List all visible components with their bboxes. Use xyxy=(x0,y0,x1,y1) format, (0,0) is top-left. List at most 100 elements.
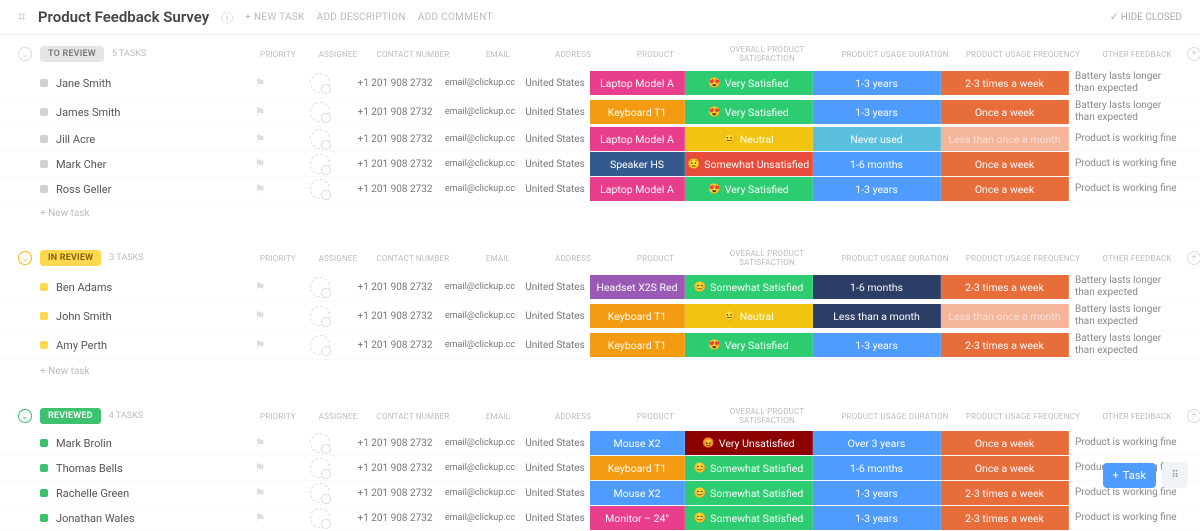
table-row[interactable]: Jill Acre ⚑ +1 201 908 2732 email@clicku… xyxy=(0,127,1200,152)
assignee-avatar[interactable] xyxy=(310,508,330,528)
assignee-avatar[interactable] xyxy=(310,73,330,93)
frequency-chip[interactable]: Less than once a month xyxy=(941,304,1069,328)
collapse-toggle[interactable]: ⌄ xyxy=(18,47,32,61)
assignee-avatar[interactable] xyxy=(310,102,330,122)
duration-chip[interactable]: Never used xyxy=(813,127,941,151)
table-row[interactable]: Jonathan Wales ⚑ +1 201 908 2732 email@c… xyxy=(0,506,1200,531)
table-row[interactable]: Jane Smith ⚑ +1 201 908 2732 email@click… xyxy=(0,69,1200,98)
product-chip[interactable]: Laptop Model A xyxy=(590,71,685,95)
duration-chip[interactable]: 1-3 years xyxy=(813,100,941,124)
frequency-chip[interactable]: Once a week xyxy=(941,177,1069,201)
hide-closed-toggle[interactable]: ✓ HIDE CLOSED xyxy=(1110,12,1182,23)
assignee-avatar[interactable] xyxy=(310,335,330,355)
product-chip[interactable]: Laptop Model A xyxy=(590,127,685,151)
new-task-row[interactable]: + New task xyxy=(0,202,1200,225)
add-description-button[interactable]: ADD DESCRIPTION xyxy=(317,12,406,23)
fab-more-button[interactable]: ⠿ xyxy=(1162,462,1188,488)
frequency-chip[interactable]: 2-3 times a week xyxy=(941,506,1069,530)
duration-chip[interactable]: 1-3 years xyxy=(813,177,941,201)
satisfaction-chip[interactable]: 😐Neutral xyxy=(685,304,813,328)
add-column-button[interactable]: + xyxy=(1187,251,1200,265)
assignee-avatar[interactable] xyxy=(310,483,330,503)
duration-chip[interactable]: Over 3 years xyxy=(813,431,941,455)
product-chip[interactable]: Speaker HS xyxy=(590,152,685,176)
task-name[interactable]: James Smith xyxy=(56,106,120,119)
satisfaction-chip[interactable]: 😊Somewhat Satisfied xyxy=(685,481,813,505)
duration-chip[interactable]: Less than a month xyxy=(813,304,941,328)
duration-chip[interactable]: 1-6 months xyxy=(813,275,941,299)
task-name[interactable]: John Smith xyxy=(56,310,112,323)
task-name[interactable]: Jonathan Wales xyxy=(56,512,135,525)
task-name[interactable]: Mark Cher xyxy=(56,158,106,171)
frequency-chip[interactable]: 2-3 times a week xyxy=(941,333,1069,357)
duration-chip[interactable]: 1-6 months xyxy=(813,456,941,480)
priority-flag[interactable]: ⚑ xyxy=(230,486,290,500)
task-name[interactable]: Thomas Bells xyxy=(56,462,123,475)
satisfaction-chip[interactable]: 😐Neutral xyxy=(685,127,813,151)
assignee-avatar[interactable] xyxy=(310,129,330,149)
new-task-button[interactable]: + NEW TASK xyxy=(245,12,304,23)
assignee-avatar[interactable] xyxy=(310,458,330,478)
frequency-chip[interactable]: 2-3 times a week xyxy=(941,481,1069,505)
assignee-avatar[interactable] xyxy=(310,179,330,199)
task-name[interactable]: Amy Perth xyxy=(56,339,107,352)
satisfaction-chip[interactable]: 😍Very Satisfied xyxy=(685,100,813,124)
priority-flag[interactable]: ⚑ xyxy=(230,309,290,323)
assignee-avatar[interactable] xyxy=(310,277,330,297)
table-row[interactable]: Mark Brolin ⚑ +1 201 908 2732 email@clic… xyxy=(0,431,1200,456)
duration-chip[interactable]: 1-3 years xyxy=(813,481,941,505)
satisfaction-chip[interactable]: 😍Very Satisfied xyxy=(685,333,813,357)
task-name[interactable]: Ross Geller xyxy=(56,183,111,196)
priority-flag[interactable]: ⚑ xyxy=(230,105,290,119)
status-badge[interactable]: IN REVIEW xyxy=(40,250,101,266)
task-name[interactable]: Rachelle Green xyxy=(56,487,129,500)
duration-chip[interactable]: 1-3 years xyxy=(813,506,941,530)
table-row[interactable]: Ross Geller ⚑ +1 201 908 2732 email@clic… xyxy=(0,177,1200,202)
priority-flag[interactable]: ⚑ xyxy=(230,280,290,294)
priority-flag[interactable]: ⚑ xyxy=(230,182,290,196)
priority-flag[interactable]: ⚑ xyxy=(230,132,290,146)
product-chip[interactable]: Keyboard T1 xyxy=(590,333,685,357)
status-badge[interactable]: TO REVIEW xyxy=(40,46,104,62)
duration-chip[interactable]: 1-3 years xyxy=(813,333,941,357)
collapse-toggle[interactable]: ⌄ xyxy=(18,409,32,423)
table-row[interactable]: Rachelle Green ⚑ +1 201 908 2732 email@c… xyxy=(0,481,1200,506)
priority-flag[interactable]: ⚑ xyxy=(230,157,290,171)
table-row[interactable]: Mark Cher ⚑ +1 201 908 2732 email@clicku… xyxy=(0,152,1200,177)
table-row[interactable]: Ben Adams ⚑ +1 201 908 2732 email@clicku… xyxy=(0,273,1200,302)
frequency-chip[interactable]: Less than once a month xyxy=(941,127,1069,151)
duration-chip[interactable]: 1-3 years xyxy=(813,71,941,95)
frequency-chip[interactable]: Once a week xyxy=(941,431,1069,455)
satisfaction-chip[interactable]: 😡Very Unsatisfied xyxy=(685,431,813,455)
status-badge[interactable]: REVIEWED xyxy=(40,408,101,424)
product-chip[interactable]: Headset X2S Red xyxy=(590,275,685,299)
product-chip[interactable]: Monitor – 24" xyxy=(590,506,685,530)
task-name[interactable]: Mark Brolin xyxy=(56,437,112,450)
table-row[interactable]: Thomas Bells ⚑ +1 201 908 2732 email@cli… xyxy=(0,456,1200,481)
duration-chip[interactable]: 1-6 months xyxy=(813,152,941,176)
task-name[interactable]: Jane Smith xyxy=(56,77,111,90)
product-chip[interactable]: Keyboard T1 xyxy=(590,100,685,124)
priority-flag[interactable]: ⚑ xyxy=(230,76,290,90)
product-chip[interactable]: Keyboard T1 xyxy=(590,304,685,328)
collapse-toggle[interactable]: ⌄ xyxy=(18,251,32,265)
new-task-fab[interactable]: +Task xyxy=(1103,463,1156,488)
satisfaction-chip[interactable]: 😍Very Satisfied xyxy=(685,177,813,201)
add-comment-button[interactable]: ADD COMMENT xyxy=(418,12,493,23)
priority-flag[interactable]: ⚑ xyxy=(230,461,290,475)
frequency-chip[interactable]: 2-3 times a week xyxy=(941,275,1069,299)
satisfaction-chip[interactable]: 😍Very Satisfied xyxy=(685,71,813,95)
product-chip[interactable]: Mouse X2 xyxy=(590,481,685,505)
assignee-avatar[interactable] xyxy=(310,154,330,174)
task-name[interactable]: Jill Acre xyxy=(56,133,95,146)
table-row[interactable]: James Smith ⚑ +1 201 908 2732 email@clic… xyxy=(0,98,1200,127)
frequency-chip[interactable]: Once a week xyxy=(941,100,1069,124)
satisfaction-chip[interactable]: 😊Somewhat Satisfied xyxy=(685,506,813,530)
product-chip[interactable]: Keyboard T1 xyxy=(590,456,685,480)
frequency-chip[interactable]: Once a week xyxy=(941,152,1069,176)
table-row[interactable]: John Smith ⚑ +1 201 908 2732 email@click… xyxy=(0,302,1200,331)
priority-flag[interactable]: ⚑ xyxy=(230,436,290,450)
frequency-chip[interactable]: Once a week xyxy=(941,456,1069,480)
product-chip[interactable]: Laptop Model A xyxy=(590,177,685,201)
table-row[interactable]: Amy Perth ⚑ +1 201 908 2732 email@clicku… xyxy=(0,331,1200,360)
